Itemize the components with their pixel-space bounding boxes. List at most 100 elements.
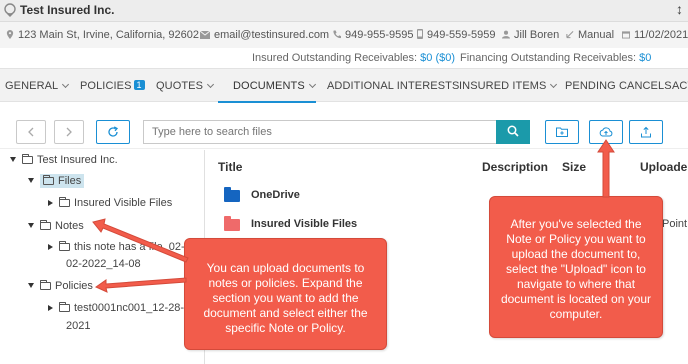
- insured-receivables-paren[interactable]: ($0): [435, 52, 455, 64]
- file-row-partial-text: Point: [662, 218, 688, 230]
- folder-icon: [40, 220, 51, 230]
- phone1-item[interactable]: 949-955-9595: [333, 29, 414, 41]
- tab-general-label: GENERAL: [5, 80, 59, 92]
- tab-policies-label: POLICIES: [80, 80, 132, 92]
- tab-pending-cancels[interactable]: PENDING CANCELS: [565, 80, 672, 92]
- column-header-uploaded[interactable]: Uploade: [640, 160, 687, 174]
- tree-notes-label: Notes: [55, 220, 84, 232]
- insured-icon: [4, 3, 16, 17]
- insured-receivables-value[interactable]: $0: [420, 52, 432, 64]
- address-text: 123 Main St, Irvine, California, 92602: [18, 29, 199, 41]
- date-text: 11/02/2021: [634, 29, 688, 41]
- folder-icon: [224, 216, 240, 231]
- callout-right: After you've selected the Note or Policy…: [489, 196, 663, 338]
- caret-down-icon[interactable]: [28, 223, 34, 228]
- chevron-down-icon: [207, 80, 215, 89]
- tab-more[interactable]: ACT: [672, 80, 688, 92]
- back-button[interactable]: [16, 120, 46, 144]
- insured-receivables-label: Insured Outstanding Receivables:: [252, 52, 418, 64]
- column-header-description[interactable]: Description: [482, 160, 548, 174]
- email-text: email@testinsured.com: [214, 29, 330, 41]
- folder-plus-icon: [556, 127, 568, 137]
- search-icon: [507, 125, 519, 137]
- folder-icon: [59, 241, 70, 251]
- documents-toolbar: [0, 103, 688, 149]
- chevron-down-icon: [308, 80, 316, 89]
- tree-policy-item-line1: test0001nc001_12-28-: [74, 302, 185, 314]
- search-button[interactable]: [496, 120, 530, 144]
- tree-node-files[interactable]: Files: [28, 174, 85, 188]
- caret-down-icon[interactable]: [28, 178, 34, 183]
- new-folder-button[interactable]: [545, 120, 579, 144]
- financing-receivables-label: Financing Outstanding Receivables:: [460, 52, 637, 64]
- tab-policies[interactable]: POLICIES 1: [80, 80, 145, 92]
- export-button[interactable]: [629, 120, 663, 144]
- tree-policies-label: Policies: [55, 280, 93, 292]
- tree-files-selected: Files: [40, 174, 85, 188]
- folder-icon: [59, 302, 70, 312]
- tree-insured-visible-files-label: Insured Visible Files: [74, 197, 173, 209]
- tab-general[interactable]: GENERAL: [5, 80, 70, 92]
- caret-right-icon[interactable]: [48, 305, 53, 311]
- folder-icon: [40, 280, 51, 290]
- tree-node-policies[interactable]: Policies: [28, 280, 93, 292]
- phone2-item[interactable]: 949-559-5959: [417, 29, 496, 41]
- user-icon: [502, 30, 510, 39]
- tab-documents-label: DOCUMENTS: [233, 80, 305, 92]
- tree-root-label: Test Insured Inc.: [37, 154, 118, 166]
- tab-insured-items-label: INSURED ITEMS: [459, 80, 547, 92]
- tab-additional-interests[interactable]: ADDITIONAL INTERESTS: [327, 80, 459, 92]
- policies-count-badge: 1: [133, 80, 145, 90]
- hand-pointer-icon: [566, 31, 574, 39]
- file-row-insured-visible-files[interactable]: Insured Visible Files: [251, 218, 357, 230]
- tree-node-insured-visible-files[interactable]: Insured Visible Files: [48, 197, 172, 209]
- folder-icon: [224, 187, 240, 202]
- location-pin-icon: [6, 30, 14, 39]
- tab-quotes[interactable]: QUOTES: [156, 80, 215, 92]
- address-item: 123 Main St, Irvine, California, 92602: [6, 29, 199, 41]
- caret-right-icon[interactable]: [48, 244, 53, 250]
- forward-button[interactable]: [54, 120, 84, 144]
- tree-node-policy-item-cont: 2021: [66, 320, 91, 332]
- phone-icon: [333, 30, 341, 39]
- column-header-title[interactable]: Title: [218, 160, 242, 174]
- tree-files-label: Files: [58, 175, 82, 187]
- column-header-size[interactable]: Size: [562, 160, 586, 174]
- envelope-icon: [200, 31, 210, 39]
- phone2-text: 949-559-5959: [427, 29, 496, 41]
- title-bar: Test Insured Inc. ↕: [0, 0, 688, 22]
- expand-icon[interactable]: ↕: [676, 1, 683, 17]
- upload-button[interactable]: [589, 120, 623, 144]
- chevron-down-icon: [62, 80, 70, 89]
- tree-node-note-item[interactable]: this note has a file_02-: [48, 241, 185, 253]
- folder-icon: [22, 154, 33, 164]
- tab-documents[interactable]: DOCUMENTS: [233, 80, 316, 92]
- folder-tree: Test Insured Inc. Files Insured Visible …: [0, 150, 204, 364]
- agent-item: Jill Boren: [502, 29, 559, 41]
- mobile-phone-icon: [417, 29, 423, 39]
- chevron-right-icon: [66, 127, 72, 137]
- tab-insured-items[interactable]: INSURED ITEMS: [459, 80, 558, 92]
- email-item[interactable]: email@testinsured.com: [200, 29, 329, 41]
- date-item: 11/02/2021: [622, 29, 688, 41]
- tree-node-notes[interactable]: Notes: [28, 220, 84, 232]
- refresh-button[interactable]: [96, 120, 130, 144]
- callout-left: You can upload documents to notes or pol…: [184, 238, 387, 350]
- tree-node-root[interactable]: Test Insured Inc.: [10, 154, 118, 166]
- caret-right-icon[interactable]: [48, 200, 53, 206]
- financing-receivables-value[interactable]: $0: [639, 52, 651, 64]
- mode-item: Manual: [566, 29, 614, 41]
- tree-node-note-item-cont: 02-2022_14-08: [66, 258, 141, 270]
- tree-node-policy-item[interactable]: test0001nc001_12-28-: [48, 302, 184, 314]
- search-input[interactable]: [143, 120, 497, 144]
- caret-down-icon[interactable]: [28, 283, 34, 288]
- caret-down-icon[interactable]: [10, 157, 16, 162]
- file-row-onedrive[interactable]: OneDrive: [251, 189, 300, 201]
- folder-icon: [59, 197, 70, 207]
- chevron-down-icon: [550, 80, 558, 89]
- folder-icon: [43, 175, 54, 185]
- refresh-icon: [108, 126, 119, 137]
- window-title: Test Insured Inc.: [20, 3, 115, 17]
- phone1-text: 949-955-9595: [345, 29, 414, 41]
- tree-note-item-line1: this note has a file_02-: [74, 241, 185, 253]
